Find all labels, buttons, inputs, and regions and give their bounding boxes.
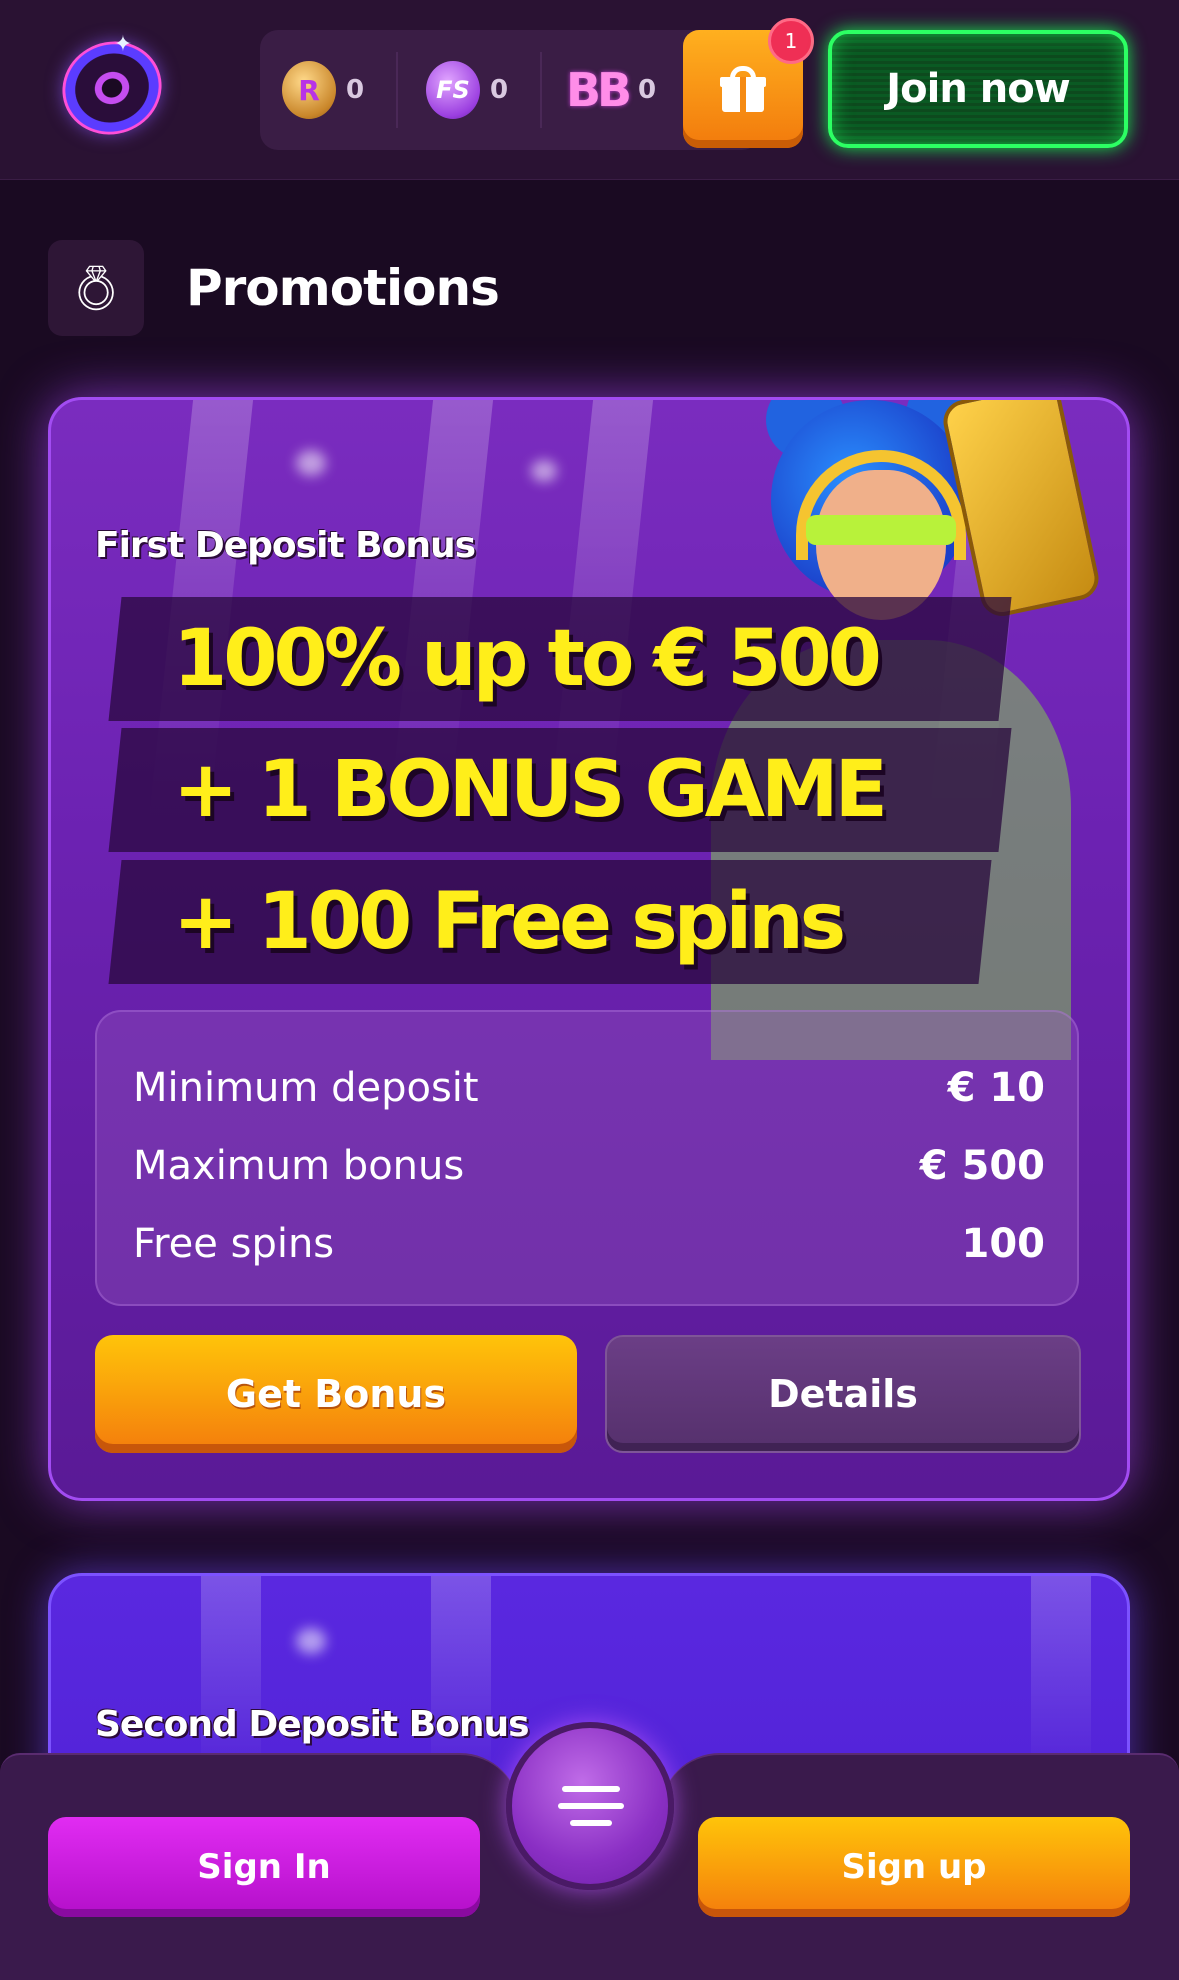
promo-card-first-deposit: First Deposit Bonus 100% up to € 500 + 1… — [48, 397, 1130, 1501]
notification-badge: 1 — [768, 18, 814, 64]
promotions-icon-box: 💍︎ — [48, 240, 144, 336]
balance-value: 0 — [346, 75, 365, 105]
detail-label: Free spins — [133, 1221, 335, 1267]
sparkle-icon: ✦ — [113, 32, 133, 57]
detail-label: Minimum deposit — [133, 1065, 479, 1111]
headline-line-3: + 100 Free spins — [173, 877, 846, 967]
decorative-spotlight — [531, 460, 557, 482]
get-bonus-button[interactable]: Get Bonus — [95, 1335, 577, 1453]
bonus-details-box: Minimum deposit € 10 Maximum bonus € 500… — [95, 1010, 1079, 1306]
r-coin-icon: R — [282, 61, 336, 119]
decorative-light-beam — [1031, 1576, 1091, 1776]
decorative-light-beam — [201, 1576, 261, 1776]
ring-icon: 💍︎ — [68, 263, 124, 314]
balance-value: 0 — [638, 75, 657, 105]
balance-r-coins[interactable]: R 0 — [282, 60, 364, 120]
divider — [540, 52, 542, 128]
sign-in-button[interactable]: Sign In — [48, 1817, 480, 1917]
detail-value: € 10 — [947, 1065, 1045, 1111]
headline-line-1: 100% up to € 500 — [173, 614, 882, 704]
top-header: ✦ R 0 FS 0 BB 0 1 Join now — [0, 0, 1179, 180]
headline-line-2: + 1 BONUS GAME — [173, 745, 888, 835]
detail-row: Minimum deposit € 10 — [133, 1058, 1045, 1118]
join-now-button[interactable]: Join now — [828, 30, 1128, 148]
detail-row: Maximum bonus € 500 — [133, 1136, 1045, 1196]
balance-value: 0 — [490, 75, 509, 105]
details-button[interactable]: Details — [605, 1335, 1081, 1453]
detail-value: € 500 — [919, 1143, 1045, 1189]
detail-value: 100 — [961, 1221, 1046, 1267]
fs-coin-icon: FS — [426, 61, 480, 119]
decorative-light-beam — [431, 1576, 491, 1776]
bb-icon: BB — [565, 63, 632, 117]
balance-bonus-balance[interactable]: BB 0 — [566, 60, 656, 120]
promo-title: First Deposit Bonus — [95, 525, 476, 566]
balance-free-spins[interactable]: FS 0 — [426, 60, 508, 120]
divider — [396, 52, 398, 128]
gift-icon — [720, 66, 766, 112]
menu-button[interactable] — [506, 1722, 674, 1890]
decorative-spotlight — [296, 1628, 326, 1654]
detail-row: Free spins 100 — [133, 1214, 1045, 1274]
page-title: Promotions — [186, 259, 500, 317]
sign-up-button[interactable]: Sign up — [698, 1817, 1130, 1917]
decorative-spotlight — [296, 450, 326, 476]
promo-title: Second Deposit Bonus — [95, 1704, 530, 1745]
detail-label: Maximum bonus — [133, 1143, 465, 1189]
